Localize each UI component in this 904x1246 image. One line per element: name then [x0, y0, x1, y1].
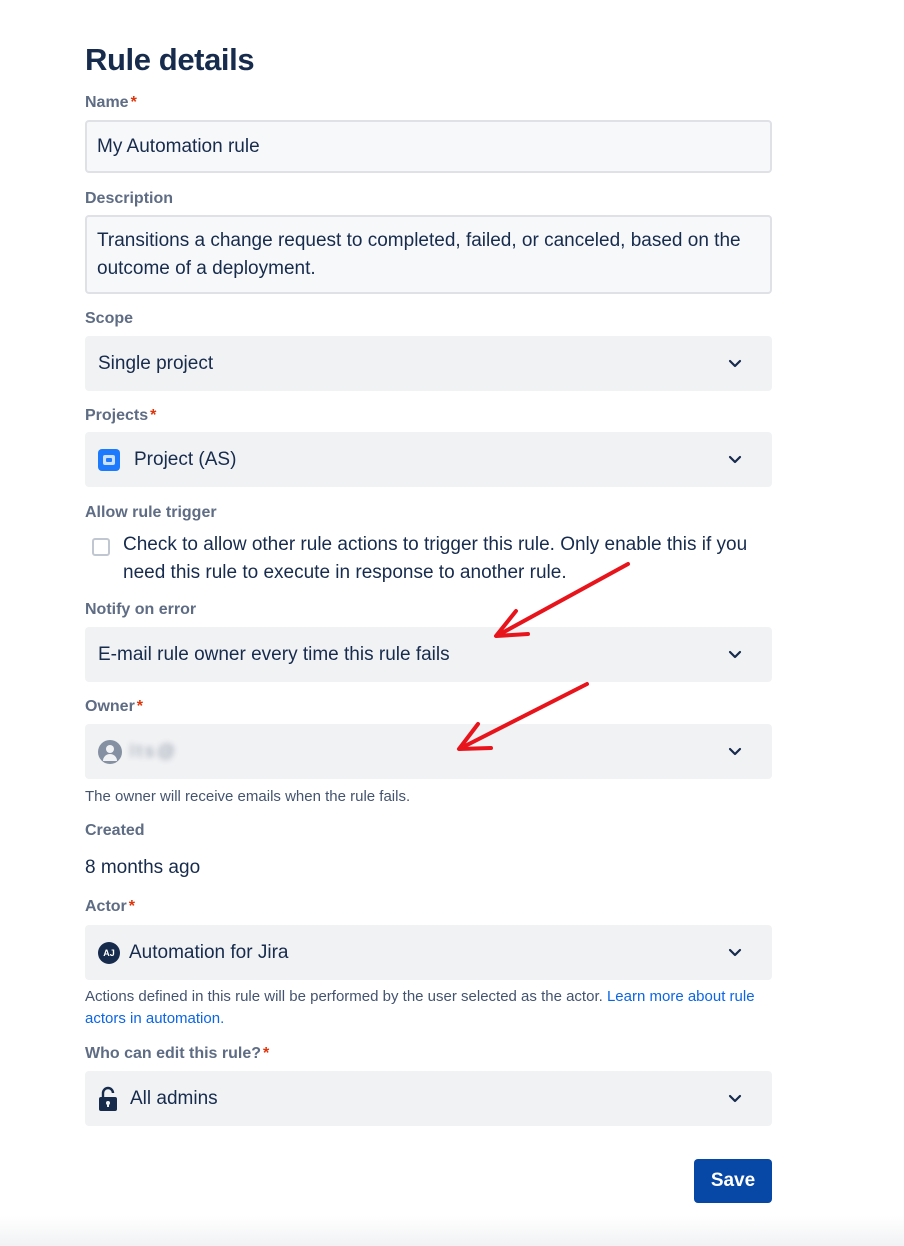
notify-label: Notify on error [85, 601, 197, 618]
owner-select[interactable]: lts@ [85, 724, 772, 779]
description-textarea[interactable]: Transitions a change request to complete… [85, 215, 772, 294]
unlock-icon [99, 1086, 117, 1111]
allow-trigger-checkbox[interactable] [92, 538, 110, 556]
projects-label: Projects * [85, 407, 157, 424]
project-icon [98, 448, 120, 471]
owner-helper-text: The owner will receive emails when the r… [85, 788, 411, 805]
chevron-down-icon [721, 641, 749, 669]
name-label: Name * [85, 94, 137, 111]
projects-select[interactable]: Project (AS) [85, 432, 772, 487]
created-label: Created [85, 822, 145, 839]
page-title: Rule details [85, 42, 255, 77]
user-avatar-icon [98, 739, 122, 764]
chevron-down-icon [721, 738, 749, 766]
allow-trigger-label: Allow rule trigger [85, 504, 217, 521]
actor-value: Automation for Jira [129, 941, 289, 963]
actor-helper-text: Actions defined in this rule will be per… [85, 988, 755, 1027]
created-value: 8 months ago [85, 857, 201, 878]
chevron-down-icon [721, 939, 749, 967]
required-marker: * [128, 898, 136, 915]
chevron-down-icon [721, 1085, 749, 1113]
actor-select[interactable]: AJ Automation for Jira [85, 925, 772, 980]
scope-select[interactable]: Single project [85, 336, 772, 391]
save-button[interactable]: Save [694, 1159, 772, 1203]
owner-label: Owner * [85, 698, 144, 715]
required-marker: * [263, 1045, 270, 1062]
chevron-down-icon [721, 350, 749, 378]
rule-details-page: Rule details Name * My Automation rule De… [0, 0, 904, 1246]
required-marker: * [130, 94, 137, 111]
required-marker: * [150, 407, 157, 424]
projects-value: Project (AS) [134, 448, 237, 470]
description-label: Description [85, 190, 174, 207]
allow-trigger-text: Check to allow other rule actions to tri… [123, 534, 748, 583]
edit-permission-label: Who can edit this rule? * [85, 1045, 270, 1062]
required-marker: * [136, 698, 144, 715]
chevron-down-icon [721, 446, 749, 474]
bottom-edge [0, 1216, 904, 1246]
scope-label: Scope [85, 310, 134, 327]
name-input[interactable]: My Automation rule [85, 120, 772, 173]
annotation-arrow [494, 562, 630, 638]
edit-permission-value: All admins [130, 1087, 218, 1109]
edit-permission-select[interactable]: All admins [85, 1071, 772, 1126]
annotation-arrow [457, 682, 589, 751]
notify-select[interactable]: E-mail rule owner every time this rule f… [85, 627, 772, 682]
owner-value-redacted: lts@ [130, 741, 179, 761]
scope-value: Single project [98, 352, 214, 374]
actor-avatar: AJ [98, 941, 120, 964]
actor-label: Actor * [85, 898, 136, 915]
